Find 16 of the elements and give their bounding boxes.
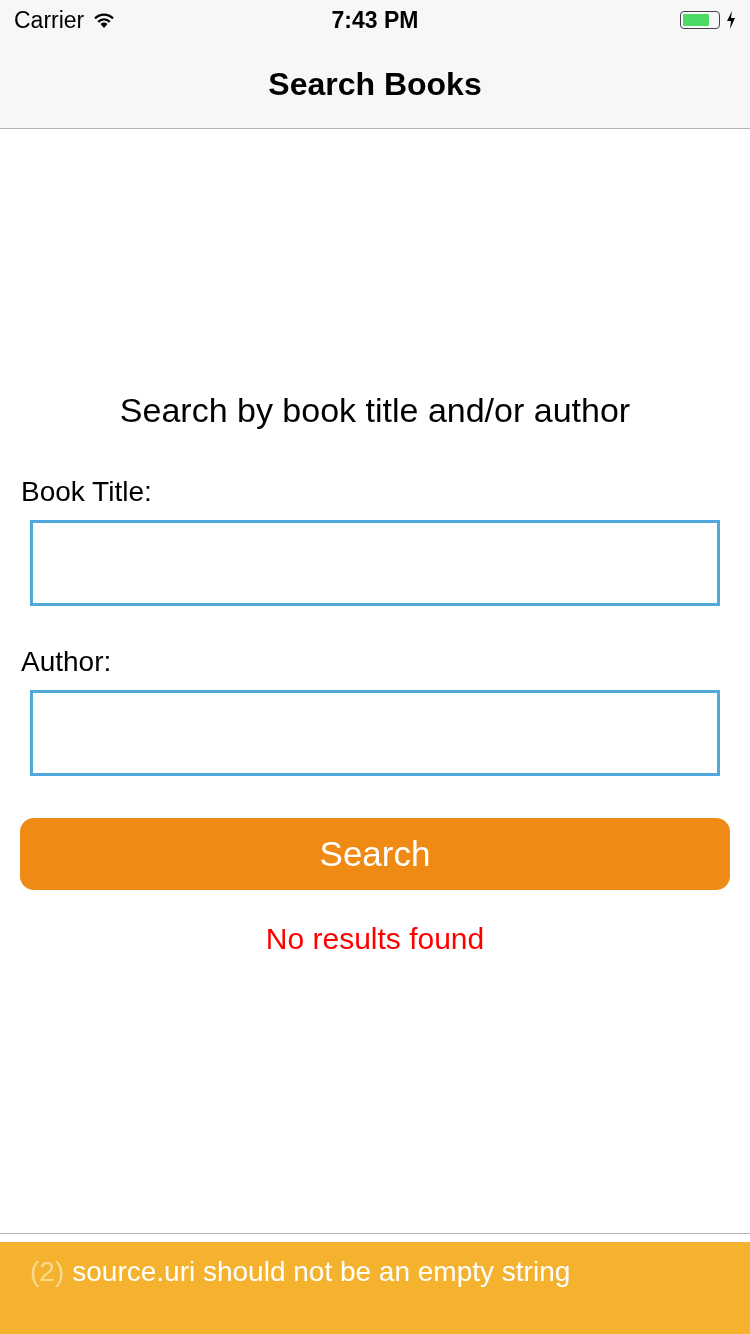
carrier-name: Carrier (14, 6, 85, 34)
charging-bolt-icon (726, 11, 736, 29)
battery-icon (680, 11, 720, 29)
warning-toast[interactable]: (2) source.uri should not be an empty string (0, 1242, 750, 1334)
warning-count: (2) (30, 1256, 65, 1288)
input-field[interactable] (30, 520, 720, 606)
field-label: Book Title: (21, 476, 153, 508)
warning-message: source.uri should not be an empty string (72, 1256, 571, 1288)
clock-time: 7:43 PM (331, 6, 419, 34)
wifi-icon (92, 11, 117, 29)
instruction-text: Search by book title and/or author (118, 391, 632, 430)
input-field[interactable] (30, 690, 720, 776)
search-button[interactable]: Search (20, 818, 730, 890)
no-results-message: No results found (264, 922, 486, 956)
field-label: Author: (21, 646, 113, 678)
screen-title: Search Books (268, 65, 482, 103)
